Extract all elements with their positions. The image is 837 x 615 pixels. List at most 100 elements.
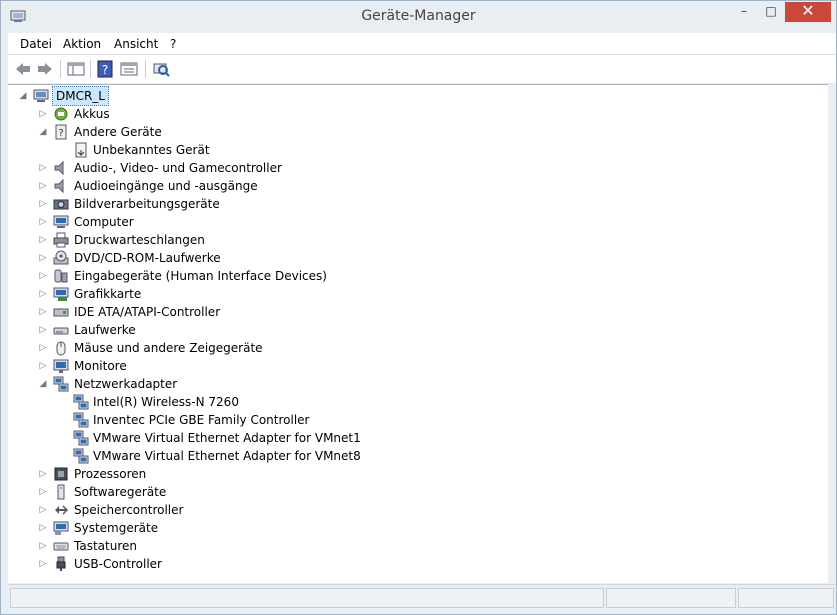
maximize-button[interactable]: □ (758, 2, 784, 22)
software-device-icon (57, 484, 65, 500)
processor-icon (54, 467, 68, 481)
display-adapter-icon (53, 287, 69, 301)
scan-hardware-icon[interactable] (152, 60, 170, 78)
device-manager-window: Geräte-Manager – □ ✕ Datei Aktion Ansich… (0, 0, 837, 615)
tree-node-label: DVD/CD-ROM-Laufwerke (74, 251, 221, 265)
expand-arrow-icon[interactable]: ▷ (38, 321, 48, 339)
tree-node-label: Akkus (74, 107, 110, 121)
properties-icon[interactable] (120, 60, 138, 78)
window-title: Geräte-Manager (361, 8, 476, 24)
tree-node-dvd[interactable]: ▷ DVD/CD-ROM-Laufwerke (8, 249, 408, 267)
tree-node-speichercontroller[interactable]: ▷ Speichercontroller (8, 501, 408, 519)
expand-arrow-icon[interactable]: ▷ (38, 195, 48, 213)
toolbar-separator (145, 60, 146, 78)
back-arrow-icon[interactable] (14, 60, 32, 78)
storage-controller-icon (55, 505, 69, 515)
expand-arrow-icon[interactable]: ▷ (38, 177, 48, 195)
menu-datei[interactable]: Datei (20, 37, 52, 51)
tree-node-audio-video[interactable]: ▷ Audio-, Video- und Gamecontroller (8, 159, 408, 177)
tree-node-laufwerke[interactable]: ▷ Laufwerke (8, 321, 408, 339)
tree-node-andere-geraete[interactable]: ◢ ? Andere Geräte (8, 123, 408, 141)
svg-text:?: ? (102, 63, 108, 77)
tree-node-softwaregeraete[interactable]: ▷ Softwaregeräte (8, 483, 408, 501)
tree-node-label: Systemgeräte (74, 521, 159, 535)
tree-node-systemgeraete[interactable]: ▷ Systemgeräte (8, 519, 408, 537)
expand-arrow-icon[interactable]: ▷ (38, 501, 48, 519)
expand-arrow-icon[interactable]: ▷ (38, 249, 48, 267)
tree-node-monitore[interactable]: ▷ Monitore (8, 357, 408, 375)
tree-node-eingabegeraete[interactable]: ▷ Eingabegeräte (Human Interface Devices… (8, 267, 408, 285)
tree-node-label: Grafikkarte (74, 287, 142, 301)
toolbar: ? (8, 54, 836, 83)
toolbar-separator (60, 60, 61, 78)
tree-leaf-network-adapter[interactable]: Intel(R) Wireless-N 7260 (8, 393, 408, 411)
expand-arrow-icon[interactable]: ▷ (38, 339, 48, 357)
expand-arrow-icon[interactable]: ▷ (38, 357, 48, 375)
expand-arrow-icon[interactable]: ▷ (38, 231, 48, 249)
tree-node-druckwarteschlangen[interactable]: ▷ Druckwarteschlangen (8, 231, 408, 249)
expand-arrow-icon[interactable]: ▷ (38, 537, 48, 555)
camera-icon (53, 199, 69, 210)
tree-node-label: Monitore (74, 359, 127, 373)
tree-node-ide[interactable]: ▷ IDE ATA/ATAPI-Controller (8, 303, 408, 321)
network-adapter-icon (73, 412, 89, 428)
network-adapter-icon (53, 376, 69, 392)
expand-arrow-icon[interactable]: ▷ (38, 105, 48, 123)
tree-leaf-network-adapter[interactable]: Inventec PCIe GBE Family Controller (8, 411, 408, 429)
usb-icon (56, 556, 66, 571)
tree-node-maeuse[interactable]: ▷ Mäuse und andere Zeigegeräte (8, 339, 408, 357)
menu-ansicht[interactable]: Ansicht (114, 37, 158, 51)
network-adapter-icon (73, 448, 89, 464)
expand-arrow-icon[interactable]: ▷ (38, 465, 48, 483)
tree-leaf-network-adapter[interactable]: VMware Virtual Ethernet Adapter for VMne… (8, 429, 408, 447)
tree-root[interactable]: ◢ DMCR_L (8, 86, 308, 106)
device-tree[interactable]: ◢ DMCR_L ▷ Akkus ◢ ? Andere Geräte Unbek… (8, 84, 828, 583)
ide-controller-icon (53, 308, 69, 317)
tree-node-grafikkarte[interactable]: ▷ Grafikkarte (8, 285, 408, 303)
tree-node-label: Softwaregeräte (74, 485, 167, 499)
tree-leaf-network-adapter[interactable]: VMware Virtual Ethernet Adapter for VMne… (8, 447, 408, 465)
expand-arrow-icon[interactable]: ▷ (38, 213, 48, 231)
tree-node-bildverarbeitung[interactable]: ▷ Bildverarbeitungsgeräte (8, 195, 408, 213)
status-cell (738, 588, 834, 608)
collapse-arrow-icon[interactable]: ◢ (38, 123, 48, 141)
tree-node-label: IDE ATA/ATAPI-Controller (74, 305, 221, 319)
tree-node-label: Andere Geräte (74, 125, 162, 139)
expand-arrow-icon[interactable]: ▷ (38, 285, 48, 303)
collapse-arrow-icon[interactable]: ◢ (18, 87, 28, 105)
minimize-button[interactable]: – (731, 2, 757, 22)
network-adapter-icon (73, 430, 89, 446)
tree-node-netzwerkadapter[interactable]: ◢ Netzwerkadapter (8, 375, 408, 393)
menu-help[interactable]: ? (170, 37, 176, 51)
tree-node-prozessoren[interactable]: ▷ Prozessoren (8, 465, 408, 483)
console-tree-icon[interactable] (67, 60, 85, 78)
printer-icon (53, 232, 69, 248)
expand-arrow-icon[interactable]: ▷ (38, 519, 48, 537)
forward-arrow-icon[interactable] (36, 60, 54, 78)
tree-node-computer[interactable]: ▷ Computer (8, 213, 408, 231)
tree-node-label: USB-Controller (74, 557, 162, 571)
expand-arrow-icon[interactable]: ▷ (38, 159, 48, 177)
tree-node-audioeingaenge[interactable]: ▷ Audioeingänge und -ausgänge (8, 177, 408, 195)
close-button[interactable]: ✕ (785, 2, 831, 22)
unknown-device-icon: ? (55, 124, 67, 140)
menu-aktion[interactable]: Aktion (63, 37, 101, 51)
mouse-icon (56, 341, 66, 356)
tree-node-label: Laufwerke (74, 323, 136, 337)
tree-node-label: Computer (74, 215, 134, 229)
status-bar (8, 584, 836, 609)
tree-node-label: Tastaturen (74, 539, 137, 553)
tree-node-tastaturen[interactable]: ▷ Tastaturen (8, 537, 408, 555)
hid-icon (54, 269, 68, 283)
help-icon[interactable]: ? (96, 60, 114, 78)
tree-root-label[interactable]: DMCR_L (52, 86, 109, 106)
title-bar[interactable]: Geräte-Manager – □ ✕ (1, 1, 836, 33)
collapse-arrow-icon[interactable]: ◢ (38, 375, 48, 393)
expand-arrow-icon[interactable]: ▷ (38, 555, 48, 573)
tree-node-usb[interactable]: ▷ USB-Controller (8, 555, 408, 573)
tree-node-akkus[interactable]: ▷ Akkus (8, 105, 408, 123)
expand-arrow-icon[interactable]: ▷ (38, 483, 48, 501)
expand-arrow-icon[interactable]: ▷ (38, 267, 48, 285)
tree-leaf-unbekanntes-geraet[interactable]: Unbekanntes Gerät (8, 141, 408, 159)
expand-arrow-icon[interactable]: ▷ (38, 303, 48, 321)
